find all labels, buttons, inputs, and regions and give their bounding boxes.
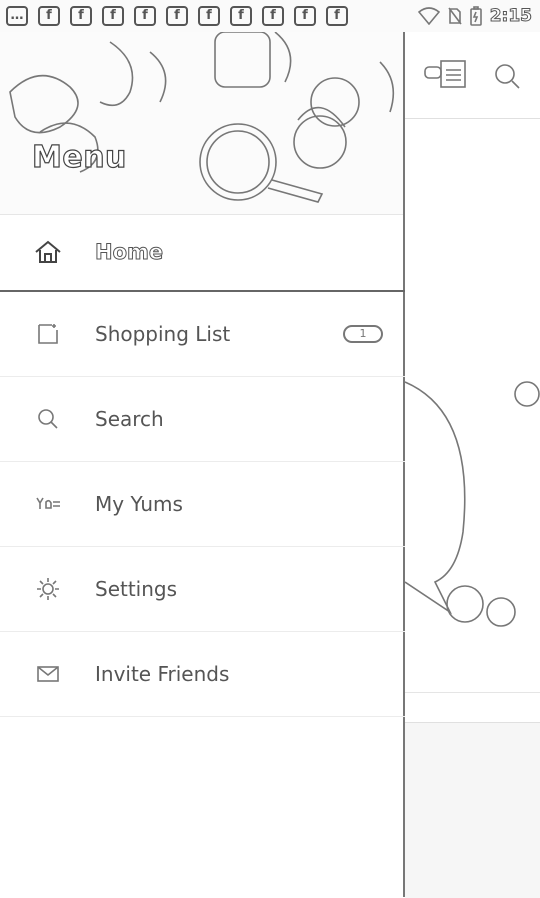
nav-item-label: Invite Friends: [95, 662, 230, 686]
yums-icon: [35, 497, 60, 509]
search-icon: [37, 409, 58, 429]
background-card: [405, 132, 540, 693]
background-screen: [405, 32, 540, 898]
nav-item-home[interactable]: Home: [0, 214, 405, 290]
header-background-image: [9, 32, 395, 203]
facebook-icon: f: [230, 6, 252, 26]
nav-item-label: Home: [94, 240, 164, 265]
nav-item-settings[interactable]: Settings: [0, 547, 405, 632]
status-bar: … f f f f f f f f f f 2:15: [0, 0, 540, 32]
nav-list: Shopping List 1 Search My Yums Settings …: [0, 290, 405, 717]
background-recipe-image: [405, 722, 540, 898]
home-icon-container: [0, 239, 95, 265]
search-icon[interactable]: [493, 62, 521, 90]
icon-container: [0, 494, 95, 514]
nav-item-label: Search: [95, 407, 164, 431]
wifi-icon: [417, 7, 440, 25]
icon-container: [0, 322, 95, 346]
clock: 2:15: [489, 6, 532, 27]
facebook-icon: f: [166, 6, 188, 26]
shopping-list-icon[interactable]: [417, 58, 469, 90]
envelope-icon: [36, 666, 59, 682]
speech-bubble-shape: [405, 381, 540, 627]
icon-container: [0, 664, 95, 684]
more-icon: …: [6, 6, 28, 26]
facebook-icon: f: [134, 6, 156, 26]
home-icon: [34, 240, 61, 263]
facebook-icon: f: [102, 6, 124, 26]
navigation-drawer: Menu Home Shopping List 1 Search My Yums…: [0, 32, 405, 897]
gear-icon: [36, 578, 59, 600]
nav-item-my-yums[interactable]: My Yums: [0, 462, 405, 547]
drawer-header: Menu: [0, 32, 403, 215]
facebook-icon: f: [294, 6, 316, 26]
nav-item-label: Shopping List: [95, 322, 231, 346]
nav-item-shopping-list[interactable]: Shopping List 1: [0, 292, 405, 377]
battery-icon: [469, 6, 482, 26]
background-toolbar: [405, 32, 540, 119]
nav-item-label: My Yums: [95, 492, 183, 516]
icon-container: [0, 577, 95, 601]
drawer-title: Menu: [31, 139, 127, 175]
facebook-icon: f: [38, 6, 60, 26]
facebook-icon: f: [198, 6, 220, 26]
nav-item-label: Settings: [95, 577, 178, 601]
count-badge: 1: [343, 325, 383, 343]
facebook-icon: f: [262, 6, 284, 26]
facebook-icon: f: [70, 6, 92, 26]
nav-item-invite-friends[interactable]: Invite Friends: [0, 632, 405, 717]
no-sim-icon: [448, 7, 462, 25]
icon-container: [0, 407, 95, 431]
shopping-list-icon: [37, 324, 58, 344]
facebook-icon: f: [326, 6, 348, 26]
nav-item-search[interactable]: Search: [0, 377, 405, 462]
